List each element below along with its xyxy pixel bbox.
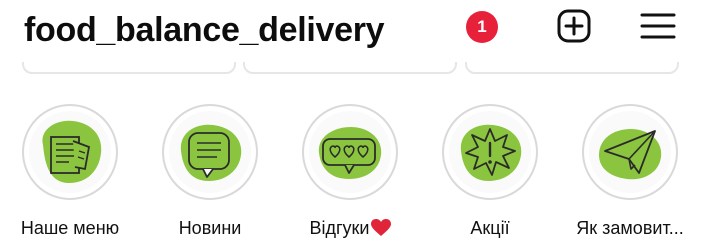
highlight-ring — [302, 104, 398, 200]
hearts-speech-bubble-icon — [318, 127, 382, 179]
notification-badge[interactable]: 1 — [466, 11, 498, 43]
story-highlights-row: Наше меню Новини Відгуки Акції Як замови… — [0, 104, 716, 243]
highlight-reviews[interactable]: Відгуки — [280, 104, 420, 243]
highlight-menu[interactable]: Наше меню — [0, 104, 140, 243]
action-card[interactable] — [22, 62, 236, 74]
menu-document-icon — [42, 120, 102, 183]
highlight-label-text: Відгуки — [309, 218, 370, 238]
highlight-ring — [22, 104, 118, 200]
chat-bubble-icon — [180, 124, 242, 181]
plus-square-icon — [557, 9, 591, 43]
highlight-cover — [309, 111, 391, 193]
exclamation-burst-icon — [460, 124, 522, 181]
highlight-how-to-order[interactable]: Як замовит... — [560, 104, 700, 243]
highlight-cover — [29, 111, 111, 193]
highlight-label: Наше меню — [20, 218, 120, 238]
red-heart-emoji-icon — [370, 219, 391, 236]
profile-action-cards — [0, 62, 716, 76]
new-post-button[interactable] — [554, 6, 594, 46]
highlight-cover — [449, 111, 531, 193]
highlight-ring — [442, 104, 538, 200]
highlight-label: Як замовит... — [576, 218, 684, 238]
highlight-cover — [589, 111, 671, 193]
highlight-news[interactable]: Новини — [140, 104, 280, 243]
highlight-ring — [162, 104, 258, 200]
highlight-label: Новини — [178, 218, 242, 238]
highlight-label: Відгуки — [280, 218, 420, 239]
highlight-cover — [169, 111, 251, 193]
action-card[interactable] — [465, 62, 679, 74]
hamburger-menu-icon — [640, 13, 676, 39]
profile-header: food_balance_delivery 1 — [0, 0, 716, 62]
menu-button[interactable] — [634, 6, 682, 46]
highlight-promotions[interactable]: Акції — [420, 104, 560, 243]
highlight-label: Акції — [470, 218, 510, 238]
profile-username[interactable]: food_balance_delivery — [24, 4, 385, 56]
action-card[interactable] — [243, 62, 457, 74]
highlight-ring — [582, 104, 678, 200]
paper-plane-icon — [599, 129, 662, 180]
